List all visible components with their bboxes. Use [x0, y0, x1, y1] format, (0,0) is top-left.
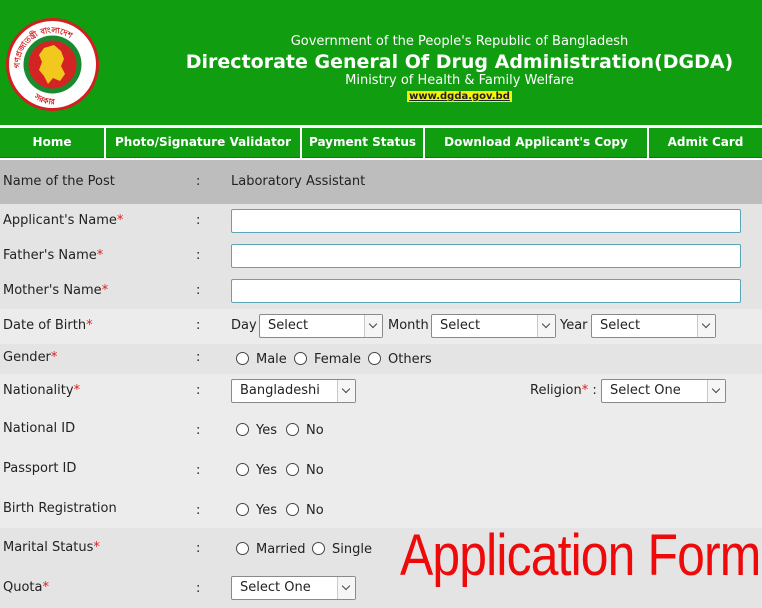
- mother-name-row: Mother's Name* :: [0, 274, 762, 309]
- colon: :: [196, 283, 201, 298]
- gender-others-radio[interactable]: [368, 352, 381, 365]
- national-id-no-radio[interactable]: [286, 423, 299, 436]
- national-id-yes-radio[interactable]: [236, 423, 249, 436]
- chevron-down-icon: [707, 380, 725, 402]
- applicant-name-label: Applicant's Name*: [3, 213, 124, 228]
- site-header: গণপ্রজাতন্ত্রী বাংলাদেশ সরকার Government…: [0, 0, 762, 125]
- colon: :: [196, 213, 201, 228]
- dob-day-select[interactable]: Select: [259, 314, 383, 338]
- national-id-no-label: No: [306, 423, 324, 438]
- gender-male-label: Male: [256, 352, 287, 367]
- marital-married-radio[interactable]: [236, 542, 249, 555]
- nationality-row: Nationality* : Bangladeshi Religion* : S…: [0, 374, 762, 410]
- gender-label: Gender*: [3, 350, 58, 365]
- nav-photo-signature-validator[interactable]: Photo/Signature Validator: [106, 128, 302, 158]
- colon: :: [196, 350, 201, 365]
- nav-home[interactable]: Home: [0, 128, 106, 158]
- religion-label: Religion* :: [530, 383, 597, 398]
- national-id-label: National ID: [3, 421, 76, 436]
- nav-payment-status[interactable]: Payment Status: [302, 128, 425, 158]
- dob-row: Date of Birth* : Day Select Month Select…: [0, 309, 762, 344]
- nationality-select[interactable]: Bangladeshi: [231, 379, 356, 403]
- chevron-down-icon: [337, 577, 355, 599]
- quota-select[interactable]: Select One: [231, 576, 356, 600]
- colon: :: [196, 248, 201, 263]
- religion-select[interactable]: Select One: [601, 379, 726, 403]
- post-label: Name of the Post: [3, 174, 115, 189]
- chevron-down-icon: [337, 380, 355, 402]
- gender-row: Gender* : Male Female Others: [0, 344, 762, 374]
- application-form-caption: Application Form: [400, 523, 761, 588]
- gender-female-radio[interactable]: [294, 352, 307, 365]
- national-id-row: National ID : Yes No: [0, 410, 762, 450]
- website-link[interactable]: www.dgda.gov.bd: [407, 91, 512, 102]
- marital-married-label: Married: [256, 542, 306, 557]
- ministry-name: Ministry of Health & Family Welfare: [345, 73, 574, 88]
- chevron-down-icon: [697, 315, 715, 337]
- birth-registration-label: Birth Registration: [3, 501, 117, 516]
- chevron-down-icon: [537, 315, 555, 337]
- passport-id-yes-label: Yes: [256, 463, 277, 478]
- colon: :: [196, 503, 201, 518]
- national-id-yes-label: Yes: [256, 423, 277, 438]
- page-title: Directorate General Of Drug Administrati…: [185, 51, 734, 73]
- government-seal-logo: গণপ্রজাতন্ত্রী বাংলাদেশ সরকার: [6, 18, 99, 111]
- gender-male-radio[interactable]: [236, 352, 249, 365]
- marital-single-label: Single: [332, 542, 372, 557]
- father-name-label: Father's Name*: [3, 248, 104, 263]
- nav-download-applicant-copy[interactable]: Download Applicant's Copy: [425, 128, 649, 158]
- dob-month-select[interactable]: Select: [431, 314, 556, 338]
- passport-id-label: Passport ID: [3, 461, 77, 476]
- dob-month-label: Month: [388, 318, 429, 333]
- colon: :: [196, 423, 201, 438]
- colon: :: [196, 463, 201, 478]
- dob-label: Date of Birth*: [3, 318, 93, 333]
- father-name-row: Father's Name* :: [0, 239, 762, 274]
- passport-id-no-label: No: [306, 463, 324, 478]
- colon: :: [196, 174, 201, 189]
- mother-name-input[interactable]: [231, 279, 741, 303]
- gender-others-label: Others: [388, 352, 432, 367]
- colon: :: [196, 541, 201, 556]
- dob-year-select[interactable]: Select: [591, 314, 716, 338]
- colon: :: [196, 581, 201, 596]
- nav-admit-card[interactable]: Admit Card: [649, 128, 762, 158]
- birth-registration-yes-radio[interactable]: [236, 503, 249, 516]
- nationality-label: Nationality*: [3, 383, 81, 398]
- birth-registration-yes-label: Yes: [256, 503, 277, 518]
- birth-registration-no-radio[interactable]: [286, 503, 299, 516]
- chevron-down-icon: [364, 315, 382, 337]
- gender-female-label: Female: [314, 352, 362, 367]
- marital-single-radio[interactable]: [312, 542, 325, 555]
- header-text: Government of the People's Republic of B…: [100, 34, 762, 103]
- birth-registration-no-label: No: [306, 503, 324, 518]
- applicant-name-input[interactable]: [231, 209, 741, 233]
- applicant-name-row: Applicant's Name* :: [0, 204, 762, 239]
- colon: :: [196, 383, 201, 398]
- dob-day-label: Day: [231, 318, 257, 333]
- government-name: Government of the People's Republic of B…: [290, 34, 629, 49]
- colon: :: [196, 318, 201, 333]
- passport-id-row: Passport ID : Yes No: [0, 450, 762, 490]
- dob-year-label: Year: [560, 318, 588, 333]
- mother-name-label: Mother's Name*: [3, 283, 109, 298]
- father-name-input[interactable]: [231, 244, 741, 268]
- post-value: Laboratory Assistant: [231, 174, 366, 189]
- quota-label: Quota*: [3, 580, 49, 595]
- passport-id-no-radio[interactable]: [286, 463, 299, 476]
- post-row: Name of the Post : Laboratory Assistant: [0, 160, 762, 204]
- marital-status-label: Marital Status*: [3, 540, 100, 555]
- passport-id-yes-radio[interactable]: [236, 463, 249, 476]
- main-navigation: Home Photo/Signature Validator Payment S…: [0, 128, 762, 158]
